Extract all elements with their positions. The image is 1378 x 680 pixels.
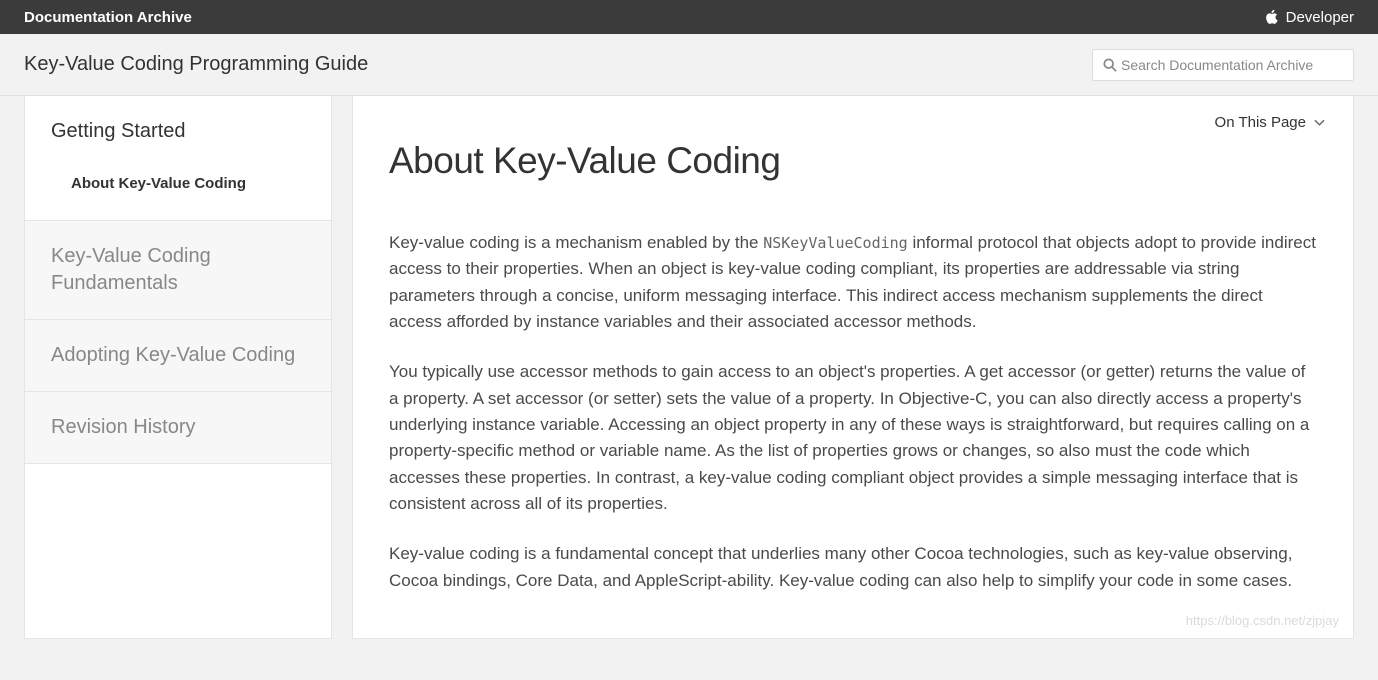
sidebar-section-header: Revision History [25,392,331,463]
sidebar-section-revision[interactable]: Revision History [25,392,331,464]
page-title: About Key-Value Coding [389,140,1317,182]
guide-title[interactable]: Key-Value Coding Programming Guide [24,53,368,76]
apple-logo-icon [1264,9,1278,25]
paragraph-3: Key-value coding is a fundamental concep… [389,541,1317,594]
paragraph-1: Key-value coding is a mechanism enabled … [389,230,1317,335]
on-this-page-label: On This Page [1215,114,1306,131]
sidebar-section-header: Adopting Key-Value Coding [25,320,331,391]
sidebar-section-header: Key-Value Coding Fundamentals [25,221,331,319]
search-placeholder: Search Documentation Archive [1121,57,1313,73]
sidebar-section-fundamentals[interactable]: Key-Value Coding Fundamentals [25,221,331,320]
top-bar: Documentation Archive Developer [0,0,1378,34]
developer-link[interactable]: Developer [1264,9,1354,26]
sidebar-section-header: Getting Started [25,96,331,161]
watermark: https://blog.csdn.net/zjpjay [1186,613,1339,628]
search-icon [1103,58,1117,72]
developer-label: Developer [1286,9,1354,26]
chevron-down-icon [1314,119,1325,126]
sub-header: Key-Value Coding Programming Guide Searc… [0,34,1378,96]
sidebar-section-getting-started[interactable]: Getting Started About Key-Value Coding [25,96,331,221]
paragraph-2: You typically use accessor methods to ga… [389,359,1317,517]
sidebar-section-adopting[interactable]: Adopting Key-Value Coding [25,320,331,392]
sidebar: Getting Started About Key-Value Coding K… [24,96,332,639]
para1-text-a: Key-value coding is a mechanism enabled … [389,233,763,252]
doc-archive-link[interactable]: Documentation Archive [24,9,192,26]
content-area: Getting Started About Key-Value Coding K… [0,96,1378,639]
sidebar-item-about-kvc[interactable]: About Key-Value Coding [25,161,331,220]
code-nskeyvaluecoding: NSKeyValueCoding [763,234,908,252]
main-content: On This Page About Key-Value Coding Key-… [352,96,1354,639]
on-this-page-toggle[interactable]: On This Page [1215,114,1325,131]
search-input[interactable]: Search Documentation Archive [1092,49,1354,81]
